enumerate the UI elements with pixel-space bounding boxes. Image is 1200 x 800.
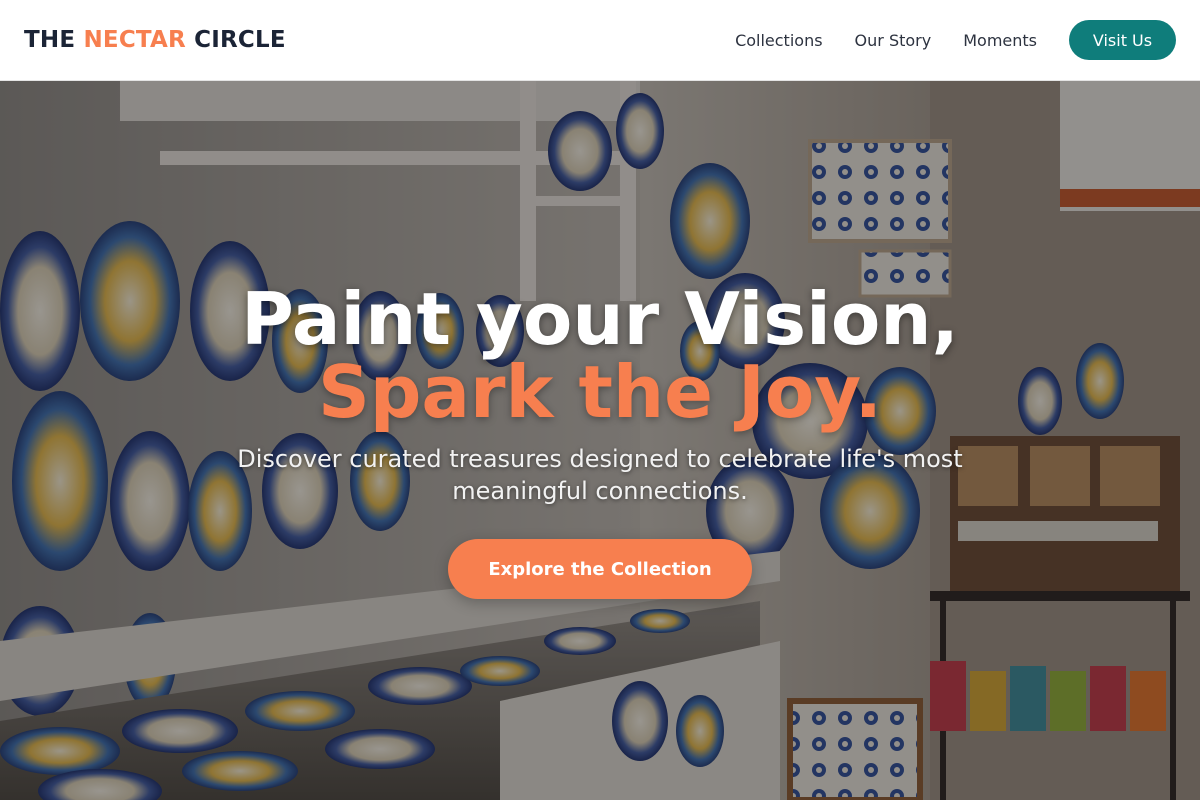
site-header: THE NECTAR CIRCLE Collections Our Story … [0,0,1200,81]
logo-accent: NECTAR [83,27,186,53]
hero-headline-line-1: Paint your Vision, [241,277,959,361]
logo-prefix: THE [24,27,76,53]
visit-us-button[interactable]: Visit Us [1069,20,1176,60]
nav-link-collections[interactable]: Collections [735,31,822,50]
explore-collection-button[interactable]: Explore the Collection [448,539,752,599]
brand-logo[interactable]: THE NECTAR CIRCLE [24,27,286,53]
nav-link-our-story[interactable]: Our Story [855,31,932,50]
hero-content: Paint your Vision, Spark the Joy. Discov… [0,81,1200,800]
hero-headline-line-2: Spark the Joy. [318,350,882,434]
logo-suffix: CIRCLE [194,27,286,53]
main-nav: Collections Our Story Moments Visit Us [735,20,1176,60]
hero-section: Paint your Vision, Spark the Joy. Discov… [0,81,1200,800]
hero-subtext: Discover curated treasures designed to c… [237,445,963,505]
nav-link-moments[interactable]: Moments [963,31,1037,50]
